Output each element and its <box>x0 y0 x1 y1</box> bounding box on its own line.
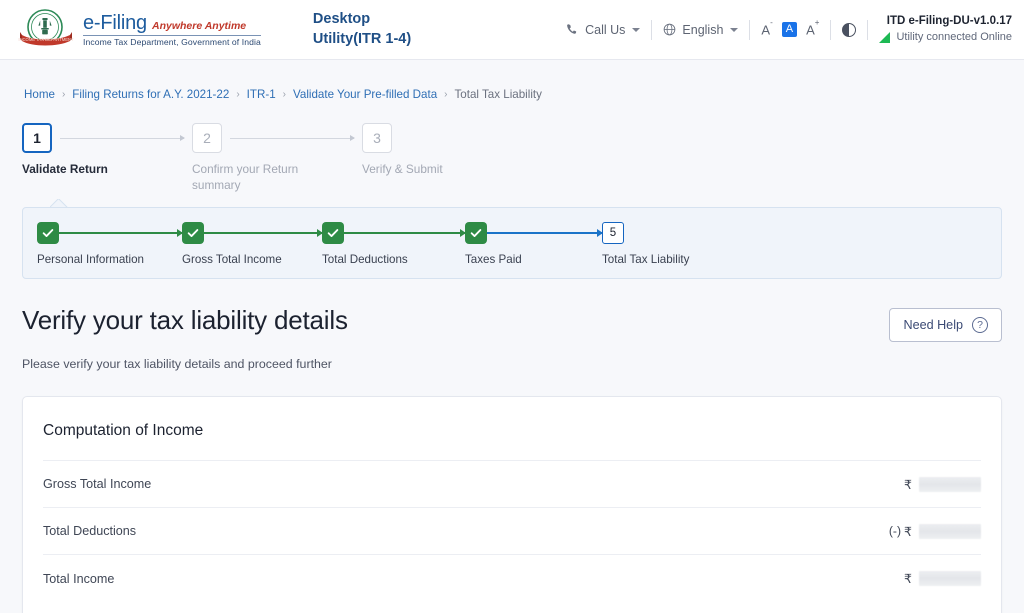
sub-progress-wrapper: Personal Information Gross Total Income To… <box>22 207 1002 279</box>
sub-step-connector <box>344 229 466 236</box>
india-emblem-logo-icon: INCOME TAX DEPARTMENT <box>18 8 74 52</box>
need-help-label: Need Help <box>903 318 963 332</box>
page-title: Verify your tax liability details <box>22 305 348 335</box>
sub-step-label: Total Deductions <box>322 253 408 266</box>
check-icon <box>182 222 204 244</box>
check-icon <box>37 222 59 244</box>
font-decrease-button[interactable]: A- <box>761 18 772 36</box>
page-header-row: Verify your tax liability details Need H… <box>0 279 1024 342</box>
row-label: Gross Total Income <box>43 477 152 491</box>
stepper-step-1[interactable]: 1 Validate Return <box>22 123 192 178</box>
row-value: ₹ <box>904 571 981 586</box>
row-label: Total Income <box>43 571 115 586</box>
question-mark-icon: ? <box>972 317 988 333</box>
row-value: ₹ <box>904 476 981 492</box>
breadcrumb-item-2[interactable]: Filing Returns for A.Y. 2021-22 <box>72 88 229 101</box>
chevron-down-icon <box>632 27 641 32</box>
sub-step-5[interactable]: 5 Total Tax Liability <box>602 222 722 266</box>
stepper-step-label: Confirm your Return summary <box>192 162 299 192</box>
need-help-button[interactable]: Need Help ? <box>889 308 1002 342</box>
call-us-menu[interactable]: Call Us <box>555 23 651 37</box>
breadcrumb-separator: › <box>282 89 286 100</box>
contrast-toggle-icon <box>842 22 857 37</box>
sub-step-number: 5 <box>602 222 624 244</box>
brand-tagline: Anywhere Anytime <box>151 19 247 32</box>
brand-text: e-Filing Anywhere Anytime Income Tax Dep… <box>83 13 261 47</box>
sub-progress-panel: Personal Information Gross Total Income To… <box>22 207 1002 279</box>
language-menu[interactable]: English <box>652 23 749 37</box>
sub-step-label: Gross Total Income <box>182 253 282 266</box>
app-title-line-1: Desktop <box>312 11 371 28</box>
sub-step-connector <box>487 229 603 236</box>
stepper-step-label: Validate Return <box>22 162 108 176</box>
stepper-connector <box>230 135 355 141</box>
call-us-label: Call Us <box>585 22 626 37</box>
breadcrumb-item-1[interactable]: Home <box>24 88 55 101</box>
chevron-down-icon <box>730 27 739 32</box>
sub-step-connector <box>204 229 323 236</box>
table-row: Gross Total Income ₹ <box>43 461 981 508</box>
language-label: English <box>682 22 724 37</box>
font-normal-button[interactable]: A <box>781 22 798 37</box>
row-value: (-) ₹ <box>888 523 981 539</box>
rupee-icon: ₹ <box>904 572 912 586</box>
version-info: ITD e-Filing-DU-v1.0.17 Utility connecte… <box>868 13 1014 46</box>
breadcrumb: Home › Filing Returns for A.Y. 2021-22 › ITR… <box>0 60 1024 101</box>
sub-step-3[interactable]: Total Deductions <box>322 222 466 266</box>
stepper-step-2[interactable]: 2 Confirm your Return summary <box>192 123 362 194</box>
header-actions: Call Us English A- A A+ ITD e-Filing-DU-… <box>555 0 1014 59</box>
sub-step-label: Taxes Paid <box>465 253 522 266</box>
brand-logo[interactable]: INCOME TAX DEPARTMENT e-Filing Anywhere … <box>18 8 261 52</box>
breadcrumb-item-5: Total Tax Liability <box>454 88 542 101</box>
sub-step-1[interactable]: Personal Information <box>37 222 183 266</box>
phone-icon <box>566 23 579 36</box>
stepper-step-number: 2 <box>192 123 222 153</box>
table-row: Total Income ₹ <box>43 555 981 602</box>
stepper-step-3[interactable]: 3 Verify & Submit <box>362 123 532 178</box>
contrast-toggle[interactable] <box>831 22 867 37</box>
version-label: ITD e-Filing-DU-v1.0.17 <box>886 15 1012 28</box>
stepper-connector <box>60 135 185 141</box>
brand-efiling-label: e-Filing <box>83 11 147 34</box>
card-title: Computation of Income <box>43 397 981 461</box>
breadcrumb-separator: › <box>444 89 448 100</box>
signal-triangle-icon <box>879 32 891 44</box>
app-title: Desktop Utility(ITR 1-4) <box>313 10 411 48</box>
computation-of-income-card: Computation of Income Gross Total Income… <box>22 396 1002 613</box>
connection-status: Utility connected Online <box>879 30 1012 46</box>
breadcrumb-separator: › <box>61 89 66 100</box>
app-title-line-2: Utility(ITR 1-4) <box>312 30 412 47</box>
table-row: Total Deductions (-) ₹ <box>43 508 981 555</box>
app-header: INCOME TAX DEPARTMENT e-Filing Anywhere … <box>0 0 1024 60</box>
row-value-prefix: (-) <box>888 524 902 538</box>
row-label: Total Deductions <box>43 524 137 538</box>
sub-step-2[interactable]: Gross Total Income <box>182 222 323 266</box>
stepper-step-label: Verify & Submit <box>362 162 443 176</box>
breadcrumb-item-3[interactable]: ITR-1 <box>247 88 276 101</box>
globe-icon <box>663 23 676 36</box>
row-value-amount <box>919 523 981 539</box>
connection-status-label: Utility connected Online <box>896 30 1012 43</box>
sub-step-connector <box>59 229 183 236</box>
breadcrumb-separator: › <box>236 89 240 100</box>
font-increase-button[interactable]: A+ <box>806 18 819 36</box>
font-size-controls: A- A A+ <box>750 18 830 37</box>
breadcrumb-item-4[interactable]: Validate Your Pre-filled Data <box>293 88 437 101</box>
rupee-icon: ₹ <box>904 477 912 492</box>
stepper-step-number: 3 <box>362 123 392 153</box>
brand-department-label: Income Tax Department, Government of Ind… <box>83 34 261 47</box>
main-stepper: 1 Validate Return 2 Confirm your Return sum… <box>0 123 1024 201</box>
check-icon <box>322 222 344 244</box>
svg-text:INCOME TAX DEPARTMENT: INCOME TAX DEPARTMENT <box>18 37 74 42</box>
page-subtitle: Please verify your tax liability details… <box>22 357 332 371</box>
row-value-amount <box>919 571 981 586</box>
sub-step-label: Personal Information <box>37 253 144 266</box>
row-value-amount <box>919 476 981 492</box>
sub-step-4[interactable]: Taxes Paid <box>465 222 603 266</box>
rupee-icon: ₹ <box>904 524 912 539</box>
stepper-step-number: 1 <box>22 123 52 153</box>
sub-step-label: Total Tax Liability <box>602 253 690 266</box>
check-icon <box>465 222 487 244</box>
